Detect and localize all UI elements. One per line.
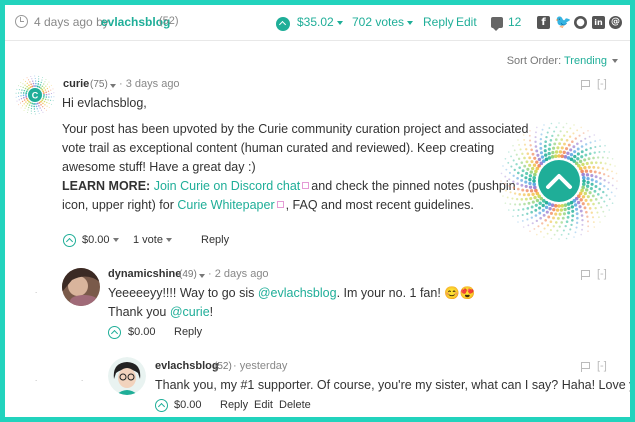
comment-author[interactable]: curie (63, 78, 89, 90)
post-reply-link[interactable]: Reply (423, 15, 454, 29)
comment-votes[interactable]: 1 vote (133, 234, 172, 246)
reply-button[interactable]: Reply (201, 234, 229, 246)
comment-body: Thank you, my #1 supporter. Of course, y… (155, 378, 630, 392)
thread-dot: . (81, 374, 84, 383)
author-menu-caret[interactable] (107, 78, 116, 92)
upvote-icon[interactable] (276, 17, 290, 31)
discord-link[interactable]: Join Curie on Discord chat (154, 179, 301, 193)
comment-time[interactable]: · yesterday (233, 360, 287, 372)
comment-payout[interactable]: $0.00 (128, 326, 156, 338)
external-link-icon (276, 201, 284, 208)
post-time: 4 days ago by (34, 15, 109, 29)
reddit-icon[interactable]: ● (574, 16, 587, 29)
author-menu-caret[interactable] (196, 268, 205, 282)
thread-dot: . (35, 286, 38, 295)
mention-link[interactable]: @evlachsblog (258, 286, 337, 300)
collapse-toggle[interactable]: [-] (597, 268, 607, 280)
twitter-icon[interactable]: 🐦 (555, 16, 571, 29)
svg-text:C: C (32, 91, 39, 101)
post-author-rep: (52) (159, 15, 179, 27)
comment-author-rep: (52) (214, 361, 232, 372)
comment-payout[interactable]: $0.00 (174, 399, 202, 411)
comment-author[interactable]: dynamicshine (108, 268, 181, 280)
comment-author-rep: (75) (90, 79, 108, 90)
reply-button[interactable]: Reply (220, 399, 248, 411)
sort-order[interactable]: Sort Order: Trending (507, 55, 618, 67)
comment-body: Hi evlachsblog, (62, 96, 147, 110)
comment-body: Yeeeeeyy!!!! Way to go sis @evlachsblog.… (108, 286, 476, 319)
clock-icon (15, 15, 28, 28)
reply-button[interactable]: Reply (174, 326, 202, 338)
flag-icon[interactable] (581, 362, 590, 372)
upvote-icon[interactable] (108, 326, 121, 339)
evlachsblog-avatar[interactable] (108, 357, 146, 395)
linkedin-icon[interactable]: in (592, 16, 605, 29)
whitepaper-link[interactable]: Curie Whitepaper (177, 198, 274, 212)
collapse-toggle[interactable]: [-] (597, 78, 607, 90)
curie-badge (500, 122, 618, 240)
comment-time[interactable]: · 3 days ago (119, 78, 180, 90)
external-link-icon (302, 182, 310, 189)
chat-icon[interactable] (491, 17, 503, 31)
upvote-icon[interactable] (155, 399, 168, 412)
post-payout[interactable]: $35.02 (297, 15, 343, 29)
curie-avatar[interactable]: C (15, 75, 55, 115)
comment-count[interactable]: 12 (508, 15, 521, 29)
post-frame: 4 days ago by evlachsblog (52) $35.02 70… (5, 5, 630, 417)
collapse-toggle[interactable]: [-] (597, 360, 607, 372)
flag-icon[interactable] (581, 80, 590, 90)
dynamicshine-avatar[interactable] (62, 268, 100, 306)
comment-body-text: Your post has been upvoted by the Curie … (62, 122, 529, 212)
comment-author-rep: (49) (179, 269, 197, 280)
mention-link[interactable]: @curie (170, 305, 210, 319)
upvote-icon[interactable] (63, 234, 76, 247)
comment-payout[interactable]: $0.00 (82, 234, 119, 246)
post-edit-link[interactable]: Edit (456, 15, 477, 29)
post-votes[interactable]: 702 votes (352, 15, 414, 29)
flag-icon[interactable] (581, 270, 590, 280)
comment-time[interactable]: · 2 days ago (208, 268, 269, 280)
thread-dot: . (35, 374, 38, 383)
email-icon[interactable]: @ (609, 16, 622, 29)
comment-author[interactable]: evlachsblog (155, 360, 219, 372)
delete-button[interactable]: Delete (279, 399, 311, 411)
post-footer: 4 days ago by evlachsblog (52) $35.02 70… (5, 5, 630, 41)
facebook-icon[interactable]: f (537, 16, 550, 29)
edit-button[interactable]: Edit (254, 399, 273, 411)
